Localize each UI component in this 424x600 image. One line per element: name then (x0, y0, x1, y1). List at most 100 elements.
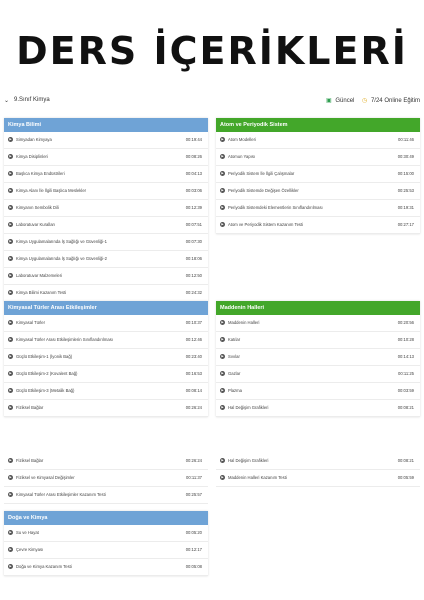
play-icon[interactable]: ▶ (220, 205, 225, 210)
section-title[interactable]: Atom ve Periyodik Sistem (216, 118, 420, 132)
lesson-row[interactable]: ▶ Atom ve Periyodik Sistem Kazanım Testi 0… (216, 217, 420, 234)
play-icon[interactable]: ▶ (8, 188, 13, 193)
lesson-row[interactable]: ▶ Fiziksel Bağlar 00:26:24 (4, 453, 208, 470)
lesson-duration: 00:16:53 (185, 371, 202, 376)
play-icon[interactable]: ▶ (8, 475, 13, 480)
lesson-row[interactable]: ▶ Güçlü Etkileşim-1 (İyonik Bağ) 00:23:40 (4, 349, 208, 366)
play-icon[interactable]: ▶ (8, 239, 13, 244)
play-icon[interactable]: ▶ (8, 530, 13, 535)
play-icon[interactable]: ▶ (220, 171, 225, 176)
play-icon[interactable]: ▶ (220, 388, 225, 393)
lesson-row[interactable]: ▶ Maddenin Halleri 00:20:56 (216, 315, 420, 332)
play-icon[interactable]: ▶ (8, 256, 13, 261)
play-icon[interactable]: ▶ (220, 405, 225, 410)
play-icon[interactable]: ▶ (220, 188, 225, 193)
lesson-label: Atom ve Periyodik Sistem Kazanım Testi (228, 222, 304, 227)
play-icon[interactable]: ▶ (8, 547, 13, 552)
lesson-label: Fiziksel Bağlar (16, 458, 44, 463)
lesson-label: Simyadan Kimyaya (16, 137, 52, 142)
play-icon[interactable]: ▶ (8, 564, 13, 569)
lesson-row[interactable]: ▶ Kimyanın Sembolik Dili 00:12:39 (4, 200, 208, 217)
play-icon[interactable]: ▶ (8, 171, 13, 176)
play-icon[interactable]: ▶ (220, 337, 225, 342)
lesson-row[interactable]: ▶ Kimya Alanı İle İlgili Başlıca Meslekle… (4, 183, 208, 200)
section-title[interactable]: Maddenin Halleri (216, 301, 420, 315)
lesson-row[interactable]: ▶ Hal Değişim Grafikleri 00:08:21 (216, 400, 420, 417)
play-icon[interactable]: ▶ (8, 320, 13, 325)
current-label[interactable]: Güncel (335, 98, 354, 104)
section-title[interactable]: Kimya Bilimi (4, 118, 208, 132)
play-icon[interactable]: ▶ (8, 273, 13, 278)
course-title: 9.Sınıf Kimya (14, 97, 50, 103)
play-icon[interactable]: ▶ (8, 371, 13, 376)
lesson-row[interactable]: ▶ Kimya Uygulamalarında İş Sağlığı ve Güv… (4, 234, 208, 251)
play-icon[interactable]: ▶ (220, 137, 225, 142)
lesson-duration: 00:03:59 (397, 388, 414, 393)
play-icon[interactable]: ▶ (8, 205, 13, 210)
lesson-row[interactable]: ▶ Katılar 00:10:28 (216, 332, 420, 349)
lesson-row[interactable]: ▶ Laboratuvar Malzemeleri 00:12:50 (4, 268, 208, 285)
lesson-row[interactable]: ▶ Kimya Disiplinleri 00:08:26 (4, 149, 208, 166)
lesson-row[interactable]: ▶ Simyadan Kimyaya 00:19:44 (4, 132, 208, 149)
play-icon[interactable]: ▶ (220, 371, 225, 376)
section-card-etkilesimler: Kimyasal Türler Arası Etkileşimler ▶ Kimya… (4, 301, 208, 417)
lesson-duration: 00:25:53 (397, 188, 414, 193)
play-icon[interactable]: ▶ (8, 222, 13, 227)
lesson-duration: 00:10:37 (185, 320, 202, 325)
lesson-row[interactable]: ▶ Hal Değişim Grafikleri 00:08:21 (216, 453, 420, 470)
play-icon[interactable]: ▶ (8, 137, 13, 142)
play-icon[interactable]: ▶ (8, 154, 13, 159)
play-icon[interactable]: ▶ (220, 320, 225, 325)
lesson-row[interactable]: ▶ Sıvılar 00:14:13 (216, 349, 420, 366)
lesson-duration: 00:27:17 (397, 222, 414, 227)
section-title[interactable]: Doğa ve Kimya (4, 511, 208, 525)
lesson-row[interactable]: ▶ Fiziksel ve Kimyasal Değişimler 00:11:37 (4, 470, 208, 487)
lesson-duration: 00:08:21 (397, 458, 414, 463)
lesson-label: Kimyasal Türler (16, 320, 46, 325)
lesson-row[interactable]: ▶ Su ve Hayat 00:05:20 (4, 525, 208, 542)
lesson-row[interactable]: ▶ Fiziksel Bağlar 00:26:24 (4, 400, 208, 417)
lesson-row[interactable]: ▶ Atomun Yapısı 00:30:49 (216, 149, 420, 166)
lesson-row[interactable]: ▶ Çevre Kimyası 00:12:17 (4, 542, 208, 559)
play-icon[interactable]: ▶ (8, 458, 13, 463)
lesson-row[interactable]: ▶ Kimyasal Türler Arası Etkileşimlerin Sı… (4, 332, 208, 349)
lesson-label: Kimyasal Türler Arası Etkileşimlerin Sın… (16, 337, 113, 342)
play-icon[interactable]: ▶ (8, 290, 13, 295)
play-icon[interactable]: ▶ (8, 354, 13, 359)
lesson-row[interactable]: ▶ Başlıca Kimya Endüstrileri 00:04:13 (4, 166, 208, 183)
lesson-row[interactable]: ▶ Güçlü Etkileşim-2 (Kovalent Bağ) 00:16:5… (4, 366, 208, 383)
lesson-duration: 00:24:32 (185, 290, 202, 295)
play-icon[interactable]: ▶ (8, 492, 13, 497)
lesson-row[interactable]: ▶ Laboratuvar Kuralları 00:07:51 (4, 217, 208, 234)
play-icon[interactable]: ▶ (8, 405, 13, 410)
progress-label[interactable]: 7/24 Online Eğitim (371, 98, 420, 104)
lesson-row[interactable]: ▶ Kimya Uygulamalarında İş Sağlığı ve Güv… (4, 251, 208, 268)
lesson-row[interactable]: ▶ Periyodik Sistemdeki Elementlerin Sınıf… (216, 200, 420, 217)
lesson-row[interactable]: ▶ Plazma 00:03:59 (216, 383, 420, 400)
play-icon[interactable]: ▶ (220, 475, 225, 480)
lesson-row[interactable]: ▶ Maddenin Halleri Kazanım Testi 00:05:59 (216, 470, 420, 487)
lesson-row[interactable]: ▶ Periyodik Sistem İle İlgili Çalışmalar 0… (216, 166, 420, 183)
lesson-row[interactable]: ▶ Atom Modelleri 00:11:46 (216, 132, 420, 149)
play-icon[interactable]: ▶ (220, 458, 225, 463)
play-icon[interactable]: ▶ (220, 354, 225, 359)
course-header[interactable]: ⌄ 9.Sınıf Kimya ▣ Güncel ◷ 7/24 Online E… (4, 96, 420, 108)
lesson-duration: 00:07:30 (185, 239, 202, 244)
play-icon[interactable]: ▶ (220, 154, 225, 159)
lesson-duration: 00:03:06 (185, 188, 202, 193)
lesson-row[interactable]: ▶ Gazlar 00:11:25 (216, 366, 420, 383)
lesson-duration: 00:23:40 (185, 354, 202, 359)
play-icon[interactable]: ▶ (8, 388, 13, 393)
lesson-row[interactable]: ▶ Doğa ve Kimya Kazanım Testi 00:05:08 (4, 559, 208, 576)
lesson-label: Periyodik Sistemdeki Elementlerin Sınıfl… (228, 205, 323, 210)
chevron-down-icon[interactable]: ⌄ (4, 97, 9, 104)
lesson-row[interactable]: ▶ Kimya Bilimi Kazanım Testi 00:24:32 (4, 285, 208, 302)
lesson-row[interactable]: ▶ Kimyasal Türler Arası Etkileşimler Kaza… (4, 487, 208, 504)
play-icon[interactable]: ▶ (220, 222, 225, 227)
lesson-row[interactable]: ▶ Periyodik Sistemde Değişen Özellikler 00… (216, 183, 420, 200)
lesson-duration: 00:15:00 (397, 171, 414, 176)
section-title[interactable]: Kimyasal Türler Arası Etkileşimler (4, 301, 208, 315)
lesson-row[interactable]: ▶ Kimyasal Türler 00:10:37 (4, 315, 208, 332)
lesson-row[interactable]: ▶ Güçlü Etkileşim-3 (Metalik Bağ) 00:08:14 (4, 383, 208, 400)
play-icon[interactable]: ▶ (8, 337, 13, 342)
